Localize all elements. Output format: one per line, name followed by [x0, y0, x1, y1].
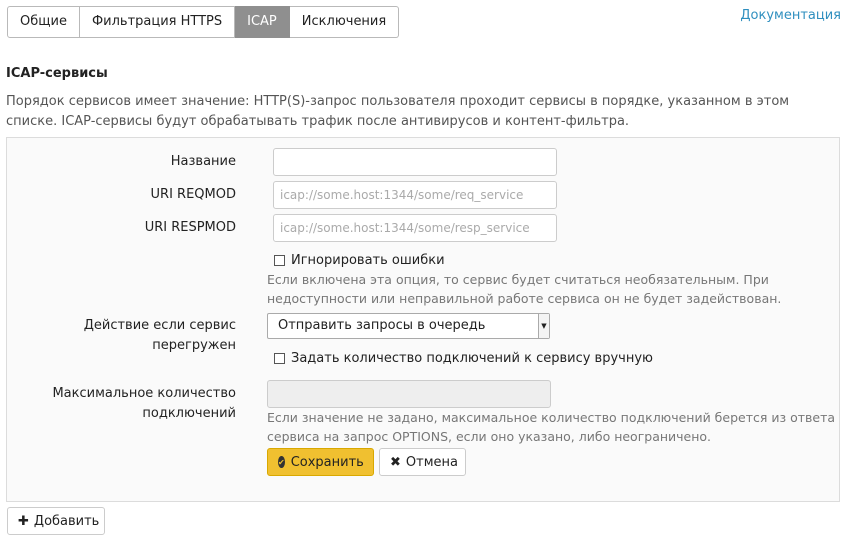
- max-connections-help: Если значение не задано, максимальное ко…: [267, 410, 836, 444]
- ignore-errors-label: Игнорировать ошибки: [291, 253, 445, 268]
- reqmod-input[interactable]: [273, 181, 557, 209]
- cancel-label: Отмена: [405, 454, 458, 470]
- tab-icap[interactable]: ICAP: [235, 6, 290, 38]
- save-label: Сохранить: [290, 454, 364, 470]
- manual-connections-checkbox[interactable]: [274, 353, 285, 364]
- manual-connections-label: Задать количество подключений к сервису …: [291, 351, 653, 366]
- caret-down-icon: ▼: [538, 314, 549, 338]
- manual-connections-checkbox-row[interactable]: Задать количество подключений к сервису …: [274, 351, 653, 366]
- tab-bar: Общие Фильтрация HTTPS ICAP Исключения: [7, 6, 400, 38]
- overload-action-value: Отправить запросы в очередь: [278, 318, 486, 333]
- max-connections-input[interactable]: [267, 380, 551, 408]
- close-icon: ✖: [390, 454, 401, 470]
- overload-action-label: Действие если сервис перегружен: [83, 318, 236, 353]
- tab-exceptions[interactable]: Исключения: [289, 6, 400, 38]
- name-label: Название: [170, 154, 236, 169]
- overload-action-select[interactable]: Отправить запросы в очередь ▼: [267, 313, 550, 339]
- tab-general[interactable]: Общие: [7, 6, 80, 38]
- documentation-link[interactable]: Документация: [740, 8, 841, 23]
- save-button[interactable]: ✔ Сохранить: [267, 448, 374, 476]
- check-circle-icon: ✔: [278, 456, 285, 468]
- icap-service-form: Название URI REQMOD URI RESPMOD Игнориро…: [6, 137, 840, 502]
- add-button[interactable]: ✚ Добавить: [7, 507, 105, 535]
- tab-https-filtering[interactable]: Фильтрация HTTPS: [79, 6, 236, 38]
- max-connections-label: Максимальное количество подключений: [52, 386, 236, 421]
- respmod-label: URI RESPMOD: [144, 220, 236, 235]
- section-title: ICAP-сервисы: [6, 66, 108, 81]
- respmod-input[interactable]: [273, 214, 557, 242]
- plus-icon: ✚: [18, 513, 29, 529]
- ignore-errors-checkbox-row[interactable]: Игнорировать ошибки: [274, 253, 445, 268]
- cancel-button[interactable]: ✖ Отмена: [379, 448, 466, 476]
- form-body: Название URI REQMOD URI RESPMOD Игнориро…: [7, 138, 839, 501]
- add-label: Добавить: [33, 513, 100, 529]
- ignore-errors-checkbox[interactable]: [274, 255, 285, 266]
- section-description: Порядок сервисов имеет значение: HTTP(S)…: [6, 94, 790, 129]
- reqmod-label: URI REQMOD: [150, 187, 236, 202]
- ignore-errors-help: Если включена эта опция, то сервис будет…: [267, 272, 782, 306]
- name-input[interactable]: [273, 148, 557, 176]
